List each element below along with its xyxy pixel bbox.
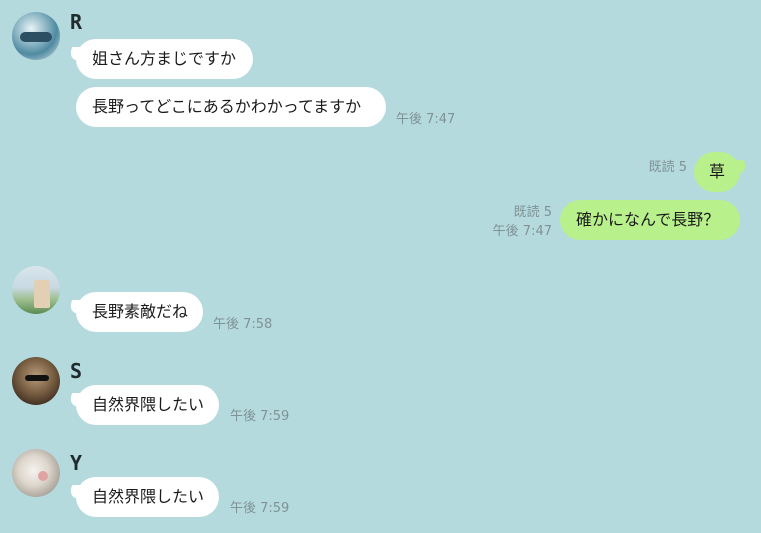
- avatar-unnamed[interactable]: [12, 266, 60, 314]
- message-text: 長野ってどこにあるかわかってますか: [92, 97, 362, 116]
- message-time: 午後 7:47: [492, 224, 552, 239]
- message-text: 姐さん方まじですか: [92, 49, 237, 68]
- sender-name-s: S: [70, 359, 83, 383]
- message-time: 午後 7:58: [213, 317, 273, 332]
- message-bubble[interactable]: 自然界隈したい: [76, 385, 219, 425]
- message-text: 確かになんで長野？: [576, 210, 720, 229]
- message-bubble[interactable]: 姐さん方まじですか: [76, 39, 253, 79]
- message-text: 自然界隈したい: [92, 487, 205, 506]
- read-receipt: 既読 5: [513, 205, 552, 220]
- message-text: 自然界隈したい: [92, 395, 205, 414]
- message-text: 草: [708, 162, 725, 181]
- message-time: 午後 7:59: [230, 409, 290, 424]
- sender-name-r: R: [70, 10, 83, 34]
- message-text: 長野素敵だね: [92, 302, 189, 321]
- message-bubble-outgoing[interactable]: 草: [694, 152, 740, 192]
- message-bubble-outgoing[interactable]: 確かになんで長野？: [560, 200, 740, 240]
- chat-view: R 姐さん方まじですか 長野ってどこにあるかわかってますか 午後 7:47 既読…: [0, 0, 761, 533]
- sender-name-y: Y: [70, 451, 83, 475]
- avatar-y[interactable]: [12, 449, 60, 497]
- message-bubble[interactable]: 長野素敵だね: [76, 292, 203, 332]
- message-bubble[interactable]: 長野ってどこにあるかわかってますか: [76, 87, 386, 127]
- avatar-r[interactable]: [12, 12, 60, 60]
- read-receipt: 既読 5: [648, 160, 687, 175]
- avatar-s[interactable]: [12, 357, 60, 405]
- message-bubble[interactable]: 自然界隈したい: [76, 477, 219, 517]
- message-time: 午後 7:47: [396, 112, 456, 127]
- message-time: 午後 7:59: [230, 501, 290, 516]
